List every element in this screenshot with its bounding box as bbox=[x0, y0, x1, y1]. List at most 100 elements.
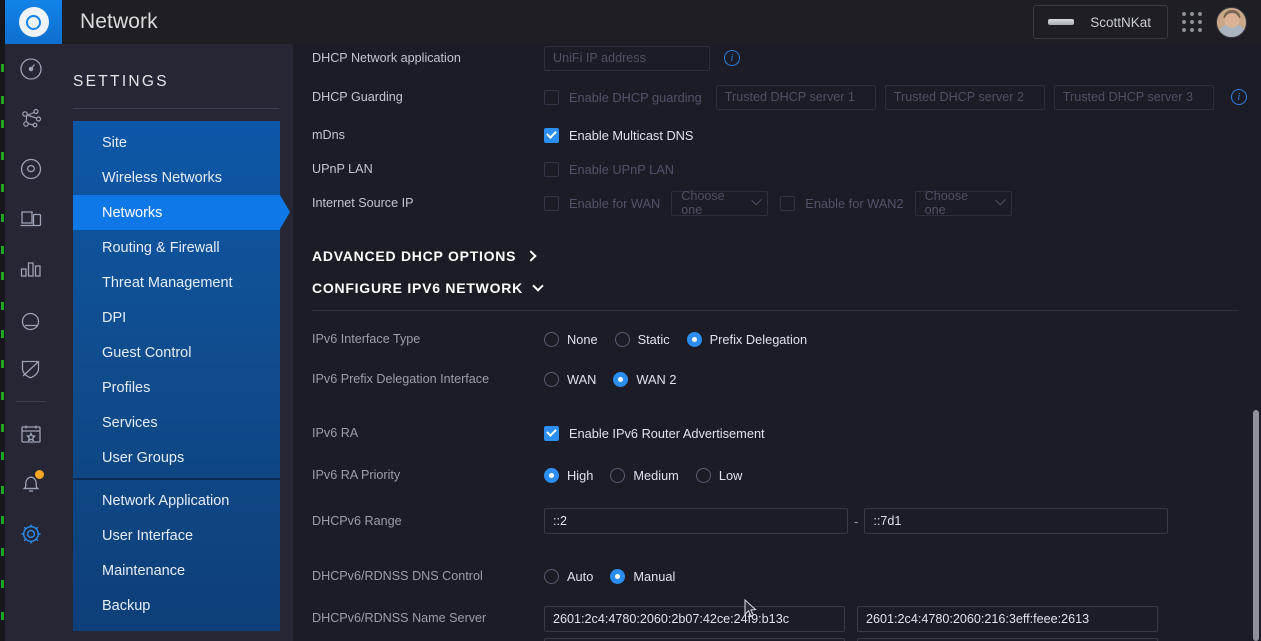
rail-item-topology[interactable] bbox=[5, 94, 57, 144]
control-internet-source-ip: Enable for WAN Choose one Enable for WAN… bbox=[544, 189, 1012, 217]
row-dhcpv6-range: DHCPv6 Range - bbox=[312, 507, 1261, 535]
wan2-source-select[interactable]: Choose one bbox=[914, 189, 1012, 217]
sidebar-item-networks[interactable]: Networks bbox=[73, 195, 290, 230]
alerts-badge bbox=[35, 470, 44, 479]
network-form: DHCP Network application i DHCP Guarding… bbox=[293, 44, 1261, 641]
radio-wan[interactable] bbox=[544, 371, 559, 387]
trusted-dhcp-server-1-input[interactable] bbox=[715, 84, 876, 110]
radio-wan2[interactable] bbox=[613, 371, 629, 387]
enable-upnp-lan-checkbox[interactable] bbox=[544, 161, 559, 177]
enable-for-wan-checkbox[interactable] bbox=[544, 195, 559, 211]
sidebar-item-backup[interactable]: Backup bbox=[73, 588, 280, 623]
label-ipv6-prefix-delegation-interface: IPv6 Prefix Delegation Interface bbox=[312, 372, 490, 386]
label-dhcpv6-rdnss-name-server: DHCPv6/RDNSS Name Server bbox=[312, 611, 487, 625]
sidebar-item-services[interactable]: Services bbox=[73, 405, 280, 440]
avatar[interactable] bbox=[1216, 6, 1247, 38]
ipv6-interface-type-option-prefix-delegation[interactable]: Prefix Delegation bbox=[686, 331, 808, 347]
gear-icon bbox=[18, 521, 44, 547]
rail-item-dashboard[interactable] bbox=[5, 44, 57, 94]
rail-item-clients[interactable] bbox=[5, 194, 57, 244]
dhcp-network-application-input[interactable] bbox=[544, 45, 710, 71]
enable-dhcp-guarding-label: Enable DHCP guarding bbox=[569, 89, 702, 105]
wan-source-select[interactable]: Choose one bbox=[671, 189, 769, 217]
rail-item-settings[interactable] bbox=[5, 509, 57, 559]
trusted-dhcp-server-2-input[interactable] bbox=[884, 84, 1045, 110]
enable-multicast-dns-checkbox[interactable] bbox=[544, 127, 559, 143]
radio-static[interactable] bbox=[614, 331, 630, 347]
enable-for-wan2-checkbox[interactable] bbox=[780, 195, 796, 211]
dns-control-option-manual[interactable]: Manual bbox=[610, 568, 675, 584]
prefix-delegation-option-wan[interactable]: WAN bbox=[544, 371, 596, 387]
row-mdns: mDns Enable Multicast DNS bbox=[312, 121, 1261, 149]
vertical-scrollbar[interactable] bbox=[1253, 410, 1259, 641]
radio-manual[interactable] bbox=[610, 568, 626, 584]
sidebar-item-label: User Groups bbox=[102, 449, 185, 466]
label-dhcp-network-application: DHCP Network application bbox=[312, 51, 461, 65]
dhcpv6-name-server-2-input[interactable] bbox=[857, 606, 1158, 632]
info-icon[interactable]: i bbox=[1230, 89, 1247, 105]
trusted-dhcp-server-3-input[interactable] bbox=[1053, 84, 1214, 110]
account-switcher-button[interactable]: ScottNKat bbox=[1033, 5, 1168, 39]
control-ipv6-interface-type: None Static Prefix Delegation bbox=[544, 331, 824, 347]
rail-item-events[interactable] bbox=[5, 409, 57, 459]
enable-for-wan2-label: Enable for WAN2 bbox=[805, 195, 904, 211]
advanced-dhcp-options-toggle[interactable]: ADVANCED DHCP OPTIONS bbox=[312, 248, 1261, 264]
sidebar-item-profiles[interactable]: Profiles bbox=[73, 370, 280, 405]
rail-item-threats[interactable] bbox=[5, 344, 57, 394]
sidebar-item-site[interactable]: Site bbox=[73, 125, 280, 160]
insights-icon bbox=[18, 306, 44, 332]
sidebar-item-label: Services bbox=[102, 414, 158, 431]
dhcpv6-range-start-input[interactable] bbox=[544, 508, 848, 534]
sidebar-item-label: Threat Management bbox=[102, 274, 233, 291]
radio-high[interactable] bbox=[544, 467, 559, 483]
dhcpv6-name-server-1-input[interactable] bbox=[544, 606, 845, 632]
rail-item-alerts[interactable] bbox=[5, 459, 57, 509]
sidebar-item-maintenance[interactable]: Maintenance bbox=[73, 553, 280, 588]
dns-control-option-auto[interactable]: Auto bbox=[544, 568, 593, 584]
sidebar-item-label: User Interface bbox=[102, 527, 194, 544]
unifi-logo-icon[interactable] bbox=[5, 0, 62, 44]
range-separator: - bbox=[854, 513, 859, 529]
radio-prefix-delegation-label: Prefix Delegation bbox=[709, 331, 808, 347]
sidebar-item-threat-management[interactable]: Threat Management bbox=[73, 265, 280, 300]
radio-low[interactable] bbox=[695, 467, 711, 483]
configure-ipv6-network-toggle[interactable]: CONFIGURE IPV6 NETWORK bbox=[312, 280, 1261, 296]
account-name: ScottNKat bbox=[1090, 14, 1151, 30]
radio-none[interactable] bbox=[544, 331, 559, 347]
settings-main-panel: DHCP Network application i DHCP Guarding… bbox=[293, 44, 1261, 641]
ra-priority-option-high[interactable]: High bbox=[544, 467, 593, 483]
radio-prefix-delegation[interactable] bbox=[686, 331, 702, 347]
sidebar-item-routing-firewall[interactable]: Routing & Firewall bbox=[73, 230, 280, 265]
radio-auto[interactable] bbox=[544, 568, 559, 584]
sidebar-item-wireless-networks[interactable]: Wireless Networks bbox=[73, 160, 280, 195]
sidebar-item-dpi[interactable]: DPI bbox=[73, 300, 280, 335]
ipv6-interface-type-option-none[interactable]: None bbox=[544, 331, 598, 347]
rail-item-statistics[interactable] bbox=[5, 244, 57, 294]
ra-priority-option-medium[interactable]: Medium bbox=[610, 467, 679, 483]
label-ipv6-ra: IPv6 RA bbox=[312, 426, 359, 440]
enable-dhcp-guarding-checkbox[interactable] bbox=[544, 89, 559, 105]
control-ipv6-ra: Enable IPv6 Router Advertisement bbox=[544, 425, 765, 441]
ra-priority-option-low[interactable]: Low bbox=[695, 467, 742, 483]
shield-icon bbox=[18, 356, 44, 382]
page-title: Network bbox=[80, 10, 158, 33]
prefix-delegation-option-wan2[interactable]: WAN 2 bbox=[613, 371, 676, 387]
sidebar-divider bbox=[73, 108, 279, 109]
enable-ipv6-router-advertisement-checkbox[interactable] bbox=[544, 425, 559, 441]
ipv6-interface-type-option-static[interactable]: Static bbox=[614, 331, 670, 347]
rail-item-devices[interactable] bbox=[5, 144, 57, 194]
sidebar-item-network-application[interactable]: Network Application bbox=[73, 483, 280, 518]
sidebar-item-label: Guest Control bbox=[102, 344, 192, 361]
apps-grid-icon[interactable] bbox=[1182, 12, 1202, 32]
label-mdns: mDns bbox=[312, 128, 345, 142]
dhcpv6-range-end-input[interactable] bbox=[864, 508, 1169, 534]
sidebar-item-user-interface[interactable]: User Interface bbox=[73, 518, 280, 553]
enable-ipv6-router-advertisement-label: Enable IPv6 Router Advertisement bbox=[569, 425, 765, 441]
control-ipv6-prefix-delegation-interface: WAN WAN 2 bbox=[544, 371, 693, 387]
sidebar-item-guest-control[interactable]: Guest Control bbox=[73, 335, 280, 370]
radio-medium[interactable] bbox=[610, 467, 626, 483]
rail-item-insights[interactable] bbox=[5, 294, 57, 344]
info-icon[interactable]: i bbox=[724, 50, 740, 66]
sidebar-item-user-groups[interactable]: User Groups bbox=[73, 440, 280, 475]
settings-sidebar: SETTINGS Site Wireless Networks Networks… bbox=[57, 44, 293, 641]
